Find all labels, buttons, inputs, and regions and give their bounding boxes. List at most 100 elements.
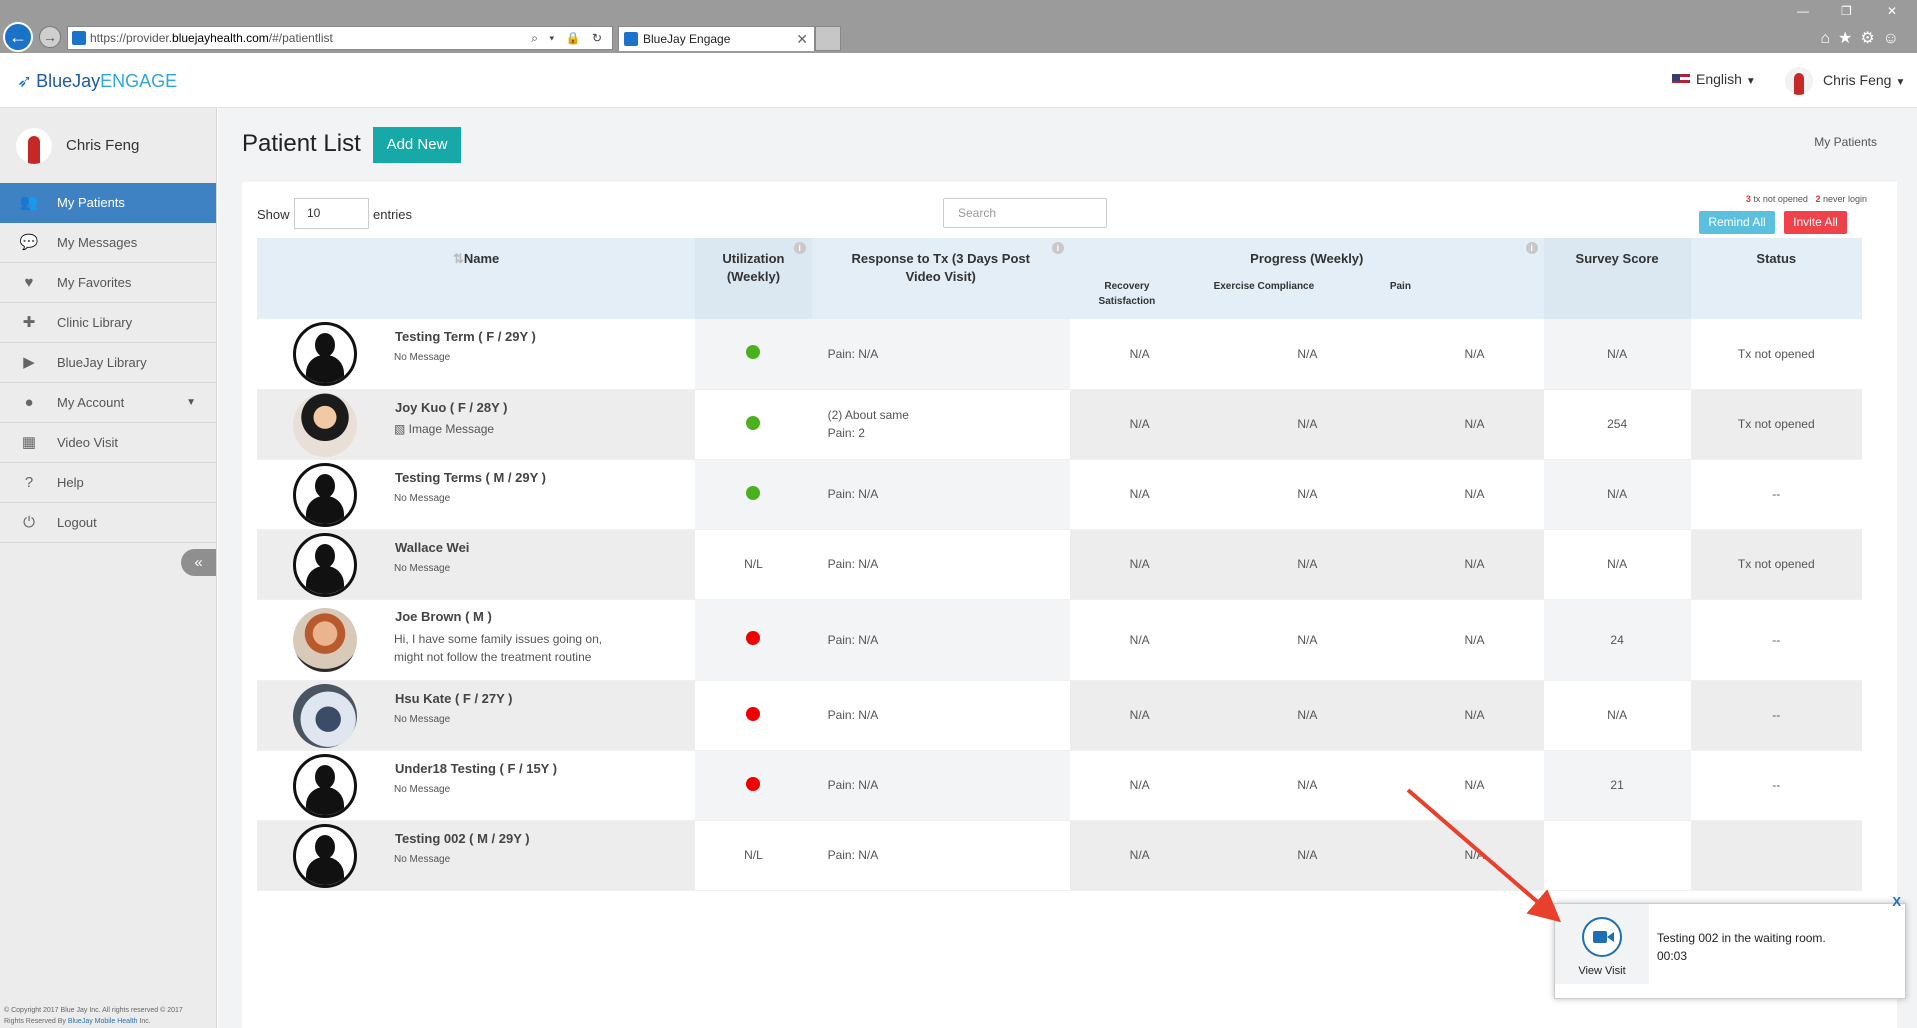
- table-row[interactable]: Wallace Wei No Message N/L Pain: N/A N/A N/A N…: [257, 529, 1862, 600]
- language-selector[interactable]: English ▼: [1672, 71, 1756, 87]
- exercise-subheader: Exercise Compliance: [1213, 281, 1315, 292]
- view-visit-label[interactable]: View Visit: [1555, 965, 1649, 977]
- entries-input[interactable]: 10: [294, 198, 369, 229]
- never-label: never login: [1822, 194, 1867, 204]
- response-line: Pain: N/A: [827, 346, 879, 361]
- search-input[interactable]: Search: [943, 198, 1107, 228]
- sidebar-item-video-visit[interactable]: ▦ Video Visit: [0, 423, 216, 463]
- browser-toolbar-icons[interactable]: ⌂★⚙☺: [1820, 28, 1907, 48]
- sidebar-menu: 👥 My Patients 💬 My Messages ♥ My Favorites ✚ Cl…: [0, 183, 216, 543]
- utilization-status-icon: [746, 415, 761, 430]
- info-icon[interactable]: i: [1525, 242, 1538, 254]
- response-cell: Pain: N/A: [811, 599, 1070, 681]
- response-cell: Pain: N/A: [811, 319, 1070, 390]
- patient-name[interactable]: Hsu Kate ( F / 27Y ): [395, 691, 513, 706]
- sidebar-item-my-patients[interactable]: 👥 My Patients: [0, 183, 216, 223]
- breadcrumb[interactable]: My Patients: [1814, 135, 1877, 149]
- new-tab-button[interactable]: [815, 26, 841, 51]
- name-column-header[interactable]: ⇅Name: [257, 238, 696, 319]
- show-label: Show: [257, 207, 290, 222]
- utilization-cell: [695, 319, 812, 390]
- name-cell[interactable]: Under18 Testing ( F / 15Y ) No Message: [257, 750, 696, 821]
- forward-arrow-icon[interactable]: →: [39, 26, 61, 48]
- remind-all-button[interactable]: Remind All: [1699, 211, 1775, 234]
- table-row[interactable]: Under18 Testing ( F / 15Y ) No Message Pai…: [257, 750, 1862, 821]
- chevron-down-icon: ▼: [1745, 76, 1756, 87]
- name-cell[interactable]: Testing Terms ( M / 29Y ) No Message: [257, 459, 696, 530]
- url-host: bluejayhealth.com: [172, 31, 269, 45]
- name-cell[interactable]: Testing Term ( F / 29Y ) No Message: [257, 319, 696, 390]
- recovery-cell: N/A: [1069, 459, 1210, 530]
- sidebar-item-help[interactable]: ? Help: [0, 463, 216, 503]
- exercise-cell: N/A: [1209, 319, 1406, 390]
- info-icon[interactable]: i: [793, 242, 806, 254]
- sidebar-item-my-favorites[interactable]: ♥ My Favorites: [0, 263, 216, 303]
- users-icon: 👥: [19, 194, 39, 211]
- patient-name[interactable]: Under18 Testing ( F / 15Y ): [395, 761, 557, 776]
- status-cell: Tx not opened: [1690, 389, 1862, 460]
- utilization-cell: N/L: [695, 529, 812, 600]
- sidebar-item-logout[interactable]: ⏻ Logout: [0, 503, 216, 543]
- recovery-cell: N/A: [1069, 529, 1210, 600]
- status-cell: Tx not opened: [1690, 529, 1862, 600]
- sidebar-item-clinic-library[interactable]: ✚ Clinic Library: [0, 303, 216, 343]
- patient-name[interactable]: Testing Terms ( M / 29Y ): [395, 470, 546, 485]
- patient-name[interactable]: Joy Kuo ( F / 28Y ): [395, 400, 507, 415]
- sidebar-item-my-account[interactable]: ● My Account ▼: [0, 383, 216, 423]
- invite-stats: 3 tx not opened 2 never login: [1746, 194, 1867, 204]
- info-icon[interactable]: i: [1051, 242, 1064, 254]
- browser-tab[interactable]: BlueJay Engage ✕: [618, 26, 815, 51]
- survey-cell: 24: [1543, 599, 1691, 681]
- window-close-icon[interactable]: ✕: [1887, 4, 1897, 18]
- url-prefix: https://provider.: [90, 31, 173, 45]
- close-icon[interactable]: X: [1892, 894, 1901, 909]
- add-new-button[interactable]: Add New: [373, 127, 461, 163]
- name-cell[interactable]: Joy Kuo ( F / 28Y ) ▧ Image Message: [257, 389, 696, 460]
- video-camera-icon[interactable]: [1582, 917, 1622, 957]
- logo-accent-text: ENGAGE: [100, 71, 178, 91]
- table-row[interactable]: Testing Term ( F / 29Y ) No Message Pain: …: [257, 319, 1862, 390]
- name-cell[interactable]: Testing 002 ( M / 29Y ) No Message: [257, 820, 696, 891]
- table-row[interactable]: Hsu Kate ( F / 27Y ) No Message Pain: N/A N…: [257, 680, 1862, 751]
- account-icon: ●: [24, 394, 34, 411]
- survey-cell: 21: [1543, 750, 1691, 821]
- avatar: [16, 128, 52, 165]
- restore-icon[interactable]: ❐: [1841, 4, 1852, 18]
- bluejay-logo[interactable]: ➶ BlueJayENGAGE: [17, 71, 177, 92]
- company-link[interactable]: BlueJay Mobile Health: [68, 1018, 138, 1025]
- address-bar[interactable]: https://provider.bluejayhealth.com/#/pat…: [67, 26, 613, 50]
- minimize-icon[interactable]: —: [1797, 4, 1809, 18]
- utilization-cell: [695, 599, 812, 681]
- patient-name[interactable]: Wallace Wei: [395, 540, 469, 555]
- sort-icon[interactable]: ⇅: [453, 251, 464, 266]
- pain-cell: N/A: [1405, 459, 1544, 530]
- chevron-down-icon: ▼: [1895, 77, 1906, 88]
- table-row[interactable]: Joe Brown ( M ) Hi, I have some family is…: [257, 599, 1862, 681]
- utilization-status-icon: [746, 345, 761, 360]
- table-row[interactable]: Testing Terms ( M / 29Y ) No Message Pain:…: [257, 459, 1862, 530]
- invite-all-button[interactable]: Invite All: [1784, 211, 1847, 234]
- table-row[interactable]: Testing 002 ( M / 29Y ) No Message N/L Pain…: [257, 820, 1862, 891]
- name-cell[interactable]: Joe Brown ( M ) Hi, I have some family is…: [257, 599, 696, 681]
- response-line: Pain: N/A: [827, 487, 879, 501]
- user-menu[interactable]: Chris Feng ▼: [1785, 65, 1905, 98]
- patient-avatar: [293, 823, 357, 888]
- patient-name[interactable]: Testing 002 ( M / 29Y ): [395, 831, 530, 846]
- patient-name[interactable]: Testing Term ( F / 29Y ): [395, 329, 536, 344]
- name-cell[interactable]: Wallace Wei No Message: [257, 529, 696, 600]
- sidebar-item-my-messages[interactable]: 💬 My Messages: [0, 223, 216, 263]
- collapse-sidebar-button[interactable]: «: [181, 549, 216, 576]
- name-cell[interactable]: Hsu Kate ( F / 27Y ) No Message: [257, 680, 696, 751]
- survey-cell: N/A: [1543, 529, 1691, 600]
- user-name: Chris Feng: [1823, 72, 1892, 88]
- view-visit-button[interactable]: View Visit: [1555, 904, 1649, 984]
- address-controls-icon[interactable]: ⌕ ▾ 🔒 ↻: [531, 27, 606, 49]
- pain-cell: N/A: [1405, 599, 1544, 681]
- patient-message: No Message: [394, 352, 451, 363]
- sidebar-item-bluejay-library[interactable]: ▶ BlueJay Library: [0, 343, 216, 383]
- table-row[interactable]: Joy Kuo ( F / 28Y ) ▧ Image Message (2) Ab…: [257, 389, 1862, 460]
- tab-close-icon[interactable]: ✕: [796, 27, 808, 51]
- patient-name[interactable]: Joe Brown ( M ): [395, 609, 492, 624]
- response-cell: Pain: N/A: [811, 459, 1070, 530]
- back-arrow-icon[interactable]: ←: [3, 22, 33, 52]
